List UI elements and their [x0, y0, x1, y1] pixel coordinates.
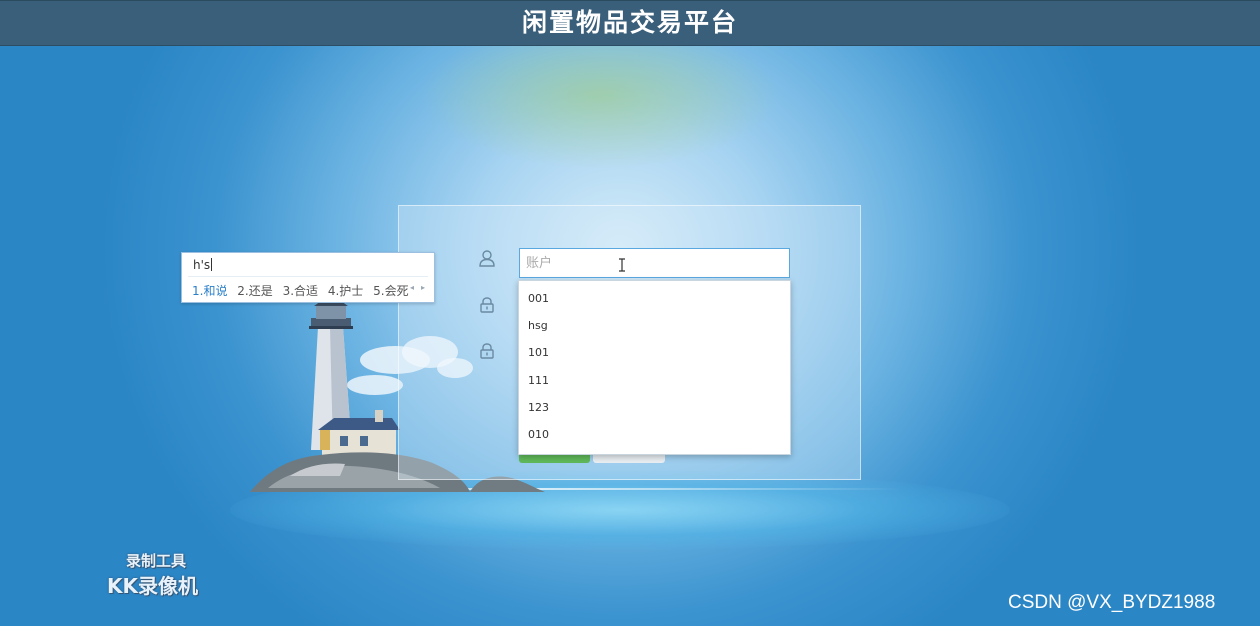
suggestion-item[interactable]: 001 [519, 285, 790, 312]
account-input[interactable] [519, 248, 790, 278]
csdn-watermark: CSDN @VX_BYDZ1988 [1008, 592, 1216, 613]
ime-prev-page-icon[interactable]: ◂ [410, 283, 414, 292]
login-button[interactable] [519, 454, 590, 463]
recorder-watermark-name: KK录像机 [107, 574, 198, 598]
reset-button[interactable] [593, 454, 665, 463]
ime-candidate[interactable]: 4.护士 [328, 284, 363, 298]
ime-composition: h's [193, 258, 213, 272]
suggestion-item[interactable]: 010 [519, 421, 790, 448]
ime-candidate-list: 1.和说 2.还是 3.合适 4.护士 5.会死 [192, 282, 415, 299]
suggestion-item[interactable]: hsg [519, 312, 790, 339]
account-suggestions-dropdown: 001 hsg 101 111 123 010 [518, 280, 791, 455]
suggestion-item[interactable]: 111 [519, 367, 790, 394]
ime-composition-text: h's [193, 258, 211, 272]
text-cursor-icon [619, 258, 625, 272]
suggestion-item[interactable]: 101 [519, 339, 790, 366]
lock-icon [480, 343, 494, 359]
recorder-watermark-label: 录制工具 [126, 552, 187, 570]
ime-candidate-window: h's 1.和说 2.还是 3.合适 4.护士 5.会死 ◂ ▸ [181, 252, 435, 303]
user-icon [479, 250, 495, 267]
ime-candidate[interactable]: 3.合适 [283, 284, 318, 298]
suggestion-item[interactable]: 123 [519, 394, 790, 421]
ime-candidate[interactable]: 1.和说 [192, 284, 227, 298]
ime-next-page-icon[interactable]: ▸ [421, 283, 425, 292]
login-page: 闲置物品交易平台 账户 001 hsg 101 111 123 010 h's … [0, 0, 1260, 626]
lock-icon [480, 297, 494, 313]
ime-divider [188, 276, 428, 277]
ime-candidate[interactable]: 5.会死 [373, 284, 408, 298]
ime-caret [211, 258, 213, 271]
ime-candidate[interactable]: 2.还是 [237, 284, 272, 298]
